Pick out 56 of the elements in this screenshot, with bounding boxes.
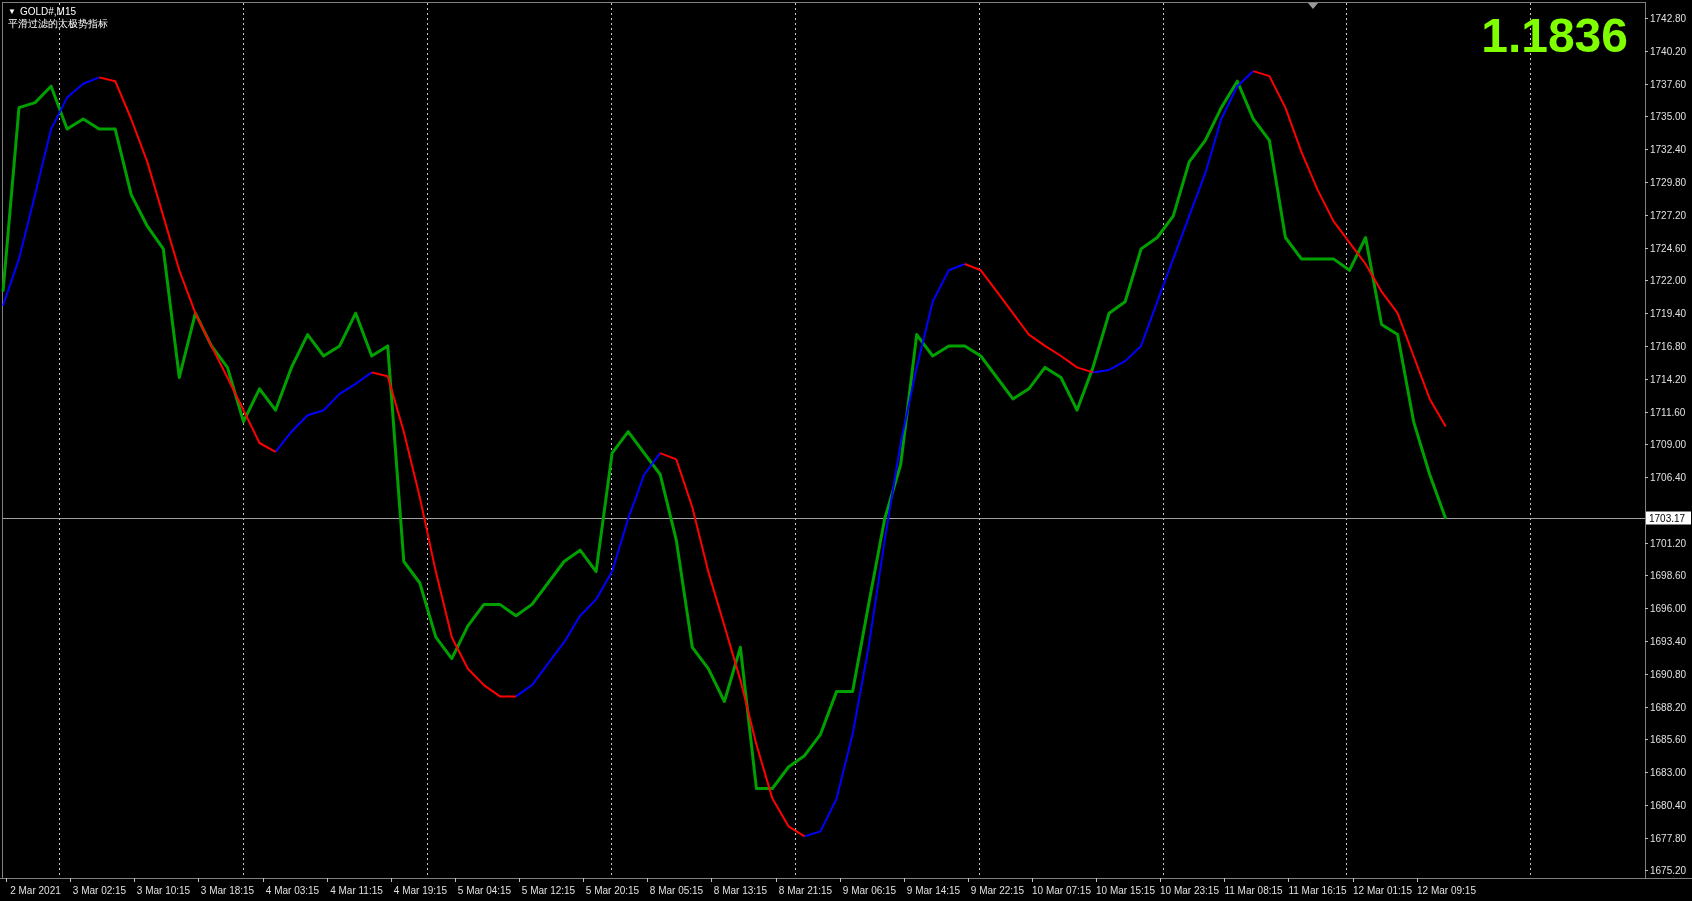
price-axis-label: 1732.40 — [1650, 144, 1687, 155]
price-axis-label: 1716.80 — [1650, 341, 1687, 352]
time-axis-label: 9 Mar 22:15 — [970, 885, 1025, 896]
price-axis-label: 1688.20 — [1650, 702, 1687, 713]
price-axis-label: 1701.20 — [1650, 538, 1687, 549]
time-axis-label: 8 Mar 13:15 — [713, 885, 768, 896]
ref-line-label: 1703.17 — [1649, 513, 1686, 524]
time-axis-label: 5 Mar 20:15 — [585, 885, 640, 896]
time-axis-label: 3 Mar 02:15 — [72, 885, 127, 896]
price-axis-label: 1677.80 — [1650, 833, 1687, 844]
current-price-label: 1703.17 — [1646, 511, 1691, 525]
time-axis-label: 2 Mar 2021 — [10, 885, 61, 896]
time-axis-label: 5 Mar 04:15 — [457, 885, 512, 896]
price-axis-label: 1680.40 — [1650, 800, 1687, 811]
price-axis-label: 1690.80 — [1650, 669, 1687, 680]
time-axis-label: 12 Mar 09:15 — [1417, 885, 1476, 896]
price-axis-label: 1729.80 — [1650, 177, 1687, 188]
price-axis-label: 1742.80 — [1650, 13, 1687, 24]
price-axis-label: 1698.60 — [1650, 570, 1687, 581]
indicator-name: 平滑过滤的太极势指标 — [8, 18, 108, 30]
price-axis-label: 1719.40 — [1650, 308, 1687, 319]
time-axis-label: 10 Mar 07:15 — [1032, 885, 1091, 896]
indicator-value: 1.1836 — [1481, 10, 1628, 62]
price-axis-label: 1675.20 — [1650, 865, 1687, 876]
time-axis-label: 8 Mar 21:15 — [778, 885, 833, 896]
shift-marker-icon[interactable] — [1308, 3, 1318, 9]
time-axis-label: 12 Mar 01:15 — [1353, 885, 1412, 896]
time-axis-label: 10 Mar 23:15 — [1160, 885, 1219, 896]
time-axis-label: 8 Mar 05:15 — [649, 885, 704, 896]
price-axis-label: 1735.00 — [1650, 111, 1687, 122]
price-axis-label: 1722.00 — [1650, 275, 1687, 286]
time-axis-label: 4 Mar 03:15 — [265, 885, 320, 896]
price-axis-label: 1737.60 — [1650, 79, 1687, 90]
time-axis-label: 4 Mar 19:15 — [393, 885, 448, 896]
price-axis-label: 1696.00 — [1650, 603, 1687, 614]
price-axis-label: 1714.20 — [1650, 374, 1687, 385]
price-axis-label: 1727.20 — [1650, 210, 1687, 221]
time-axis-label: 5 Mar 12:15 — [521, 885, 576, 896]
price-axis-label: 1740.20 — [1650, 46, 1687, 57]
dropdown-arrow[interactable]: ▼ — [8, 6, 16, 18]
time-axis-label: 3 Mar 10:15 — [136, 885, 191, 896]
time-axis-label: 11 Mar 08:15 — [1224, 885, 1283, 896]
price-axis-label: 1706.40 — [1650, 472, 1687, 483]
time-axis-label: 9 Mar 06:15 — [842, 885, 897, 896]
time-axis-label: 3 Mar 18:15 — [200, 885, 255, 896]
price-axis-label: 1693.40 — [1650, 636, 1687, 647]
time-axis-label: 4 Mar 11:15 — [330, 885, 383, 896]
time-axis-label: 11 Mar 16:15 — [1288, 885, 1347, 896]
price-axis-label: 1724.60 — [1650, 243, 1687, 254]
price-axis-label: 1683.00 — [1650, 767, 1687, 778]
price-axis-label: 1711.60 — [1650, 407, 1686, 418]
chart-title: GOLD#,M15 — [19, 6, 77, 18]
time-axis-label: 10 Mar 15:15 — [1096, 885, 1155, 896]
price-axis-label: 1685.60 — [1650, 734, 1687, 745]
price-axis-label: 1709.00 — [1650, 439, 1687, 450]
time-axis-label: 9 Mar 14:15 — [906, 885, 961, 896]
